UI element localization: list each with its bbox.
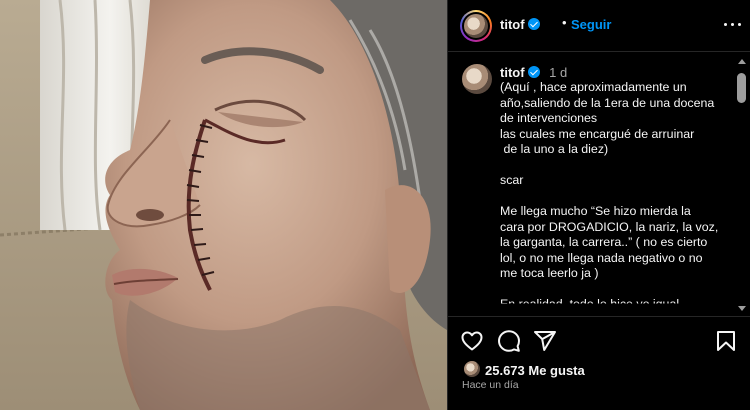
caption-time[interactable]: 1 d — [549, 65, 567, 80]
caption-line: de la uno a la diez) — [500, 142, 609, 156]
author-username-text[interactable]: titof — [500, 17, 525, 32]
caption-avatar[interactable] — [462, 64, 492, 94]
comments-scrollbar[interactable] — [735, 57, 748, 313]
post-side-panel: titof • Seguir titof 1 d (Aquí , hace ap… — [447, 0, 750, 410]
post-photo — [0, 0, 447, 410]
author-avatar[interactable] — [460, 10, 492, 42]
caption-line: scar — [500, 173, 524, 187]
bookmark-icon[interactable] — [714, 329, 738, 353]
post-actions: 25.673 Me gusta Hace un día — [448, 316, 750, 410]
comment-icon[interactable] — [497, 329, 521, 353]
post-header: titof • Seguir — [448, 0, 750, 52]
caption-line: cara por DROGADICIO, la nariz, la voz, — [500, 219, 719, 234]
likes-number[interactable]: 25.673 — [485, 363, 525, 378]
post-timestamp[interactable]: Hace un día — [462, 379, 519, 391]
share-icon[interactable] — [533, 329, 557, 353]
caption-line: (Aquí , hace aproximadamente un — [500, 80, 687, 94]
header-separator: • — [562, 15, 567, 30]
caption-line: las cuales me encargué de arruinar — [500, 126, 695, 141]
scroll-down-arrow-icon[interactable] — [738, 306, 746, 311]
caption-line: año,saliendo de la 1era de una docena — [500, 95, 715, 110]
comments-section[interactable]: titof 1 d (Aquí , hace aproximadamente u… — [448, 53, 750, 315]
scrollbar-thumb[interactable] — [737, 73, 746, 103]
likes-label[interactable]: Me gusta — [528, 363, 584, 378]
caption-line: En realidad, todo lo hice yo igual — [500, 297, 680, 311]
caption-line — [500, 158, 728, 174]
caption-text: (Aquí , hace aproximadamente un año,sali… — [500, 80, 728, 313]
caption-line: la garganta, la carrera..” ( no es ciert… — [500, 235, 708, 249]
verified-badge-icon — [527, 18, 540, 30]
scroll-up-arrow-icon[interactable] — [738, 59, 746, 64]
caption-line: me toca leerlo ja ) — [500, 266, 599, 280]
caption-line: lol, o no me llega nada negativo o no — [500, 250, 703, 265]
more-options-icon[interactable] — [721, 13, 743, 35]
heart-icon[interactable] — [460, 329, 484, 353]
caption-line: Me llega mucho “Se hizo mierda la — [500, 204, 691, 218]
liker-avatar — [462, 359, 482, 379]
caption-line: de intervenciones — [500, 111, 598, 125]
caption-line — [500, 189, 728, 205]
post-photo-image — [0, 0, 447, 410]
caption-line — [500, 282, 728, 298]
author-username[interactable]: titof — [500, 17, 540, 32]
verified-badge-icon — [527, 66, 540, 78]
caption-username[interactable]: titof — [500, 65, 525, 80]
follow-button[interactable]: Seguir — [571, 17, 611, 32]
caption-header: titof 1 d — [500, 65, 567, 80]
likes-count[interactable]: 25.673 Me gusta — [485, 363, 585, 378]
